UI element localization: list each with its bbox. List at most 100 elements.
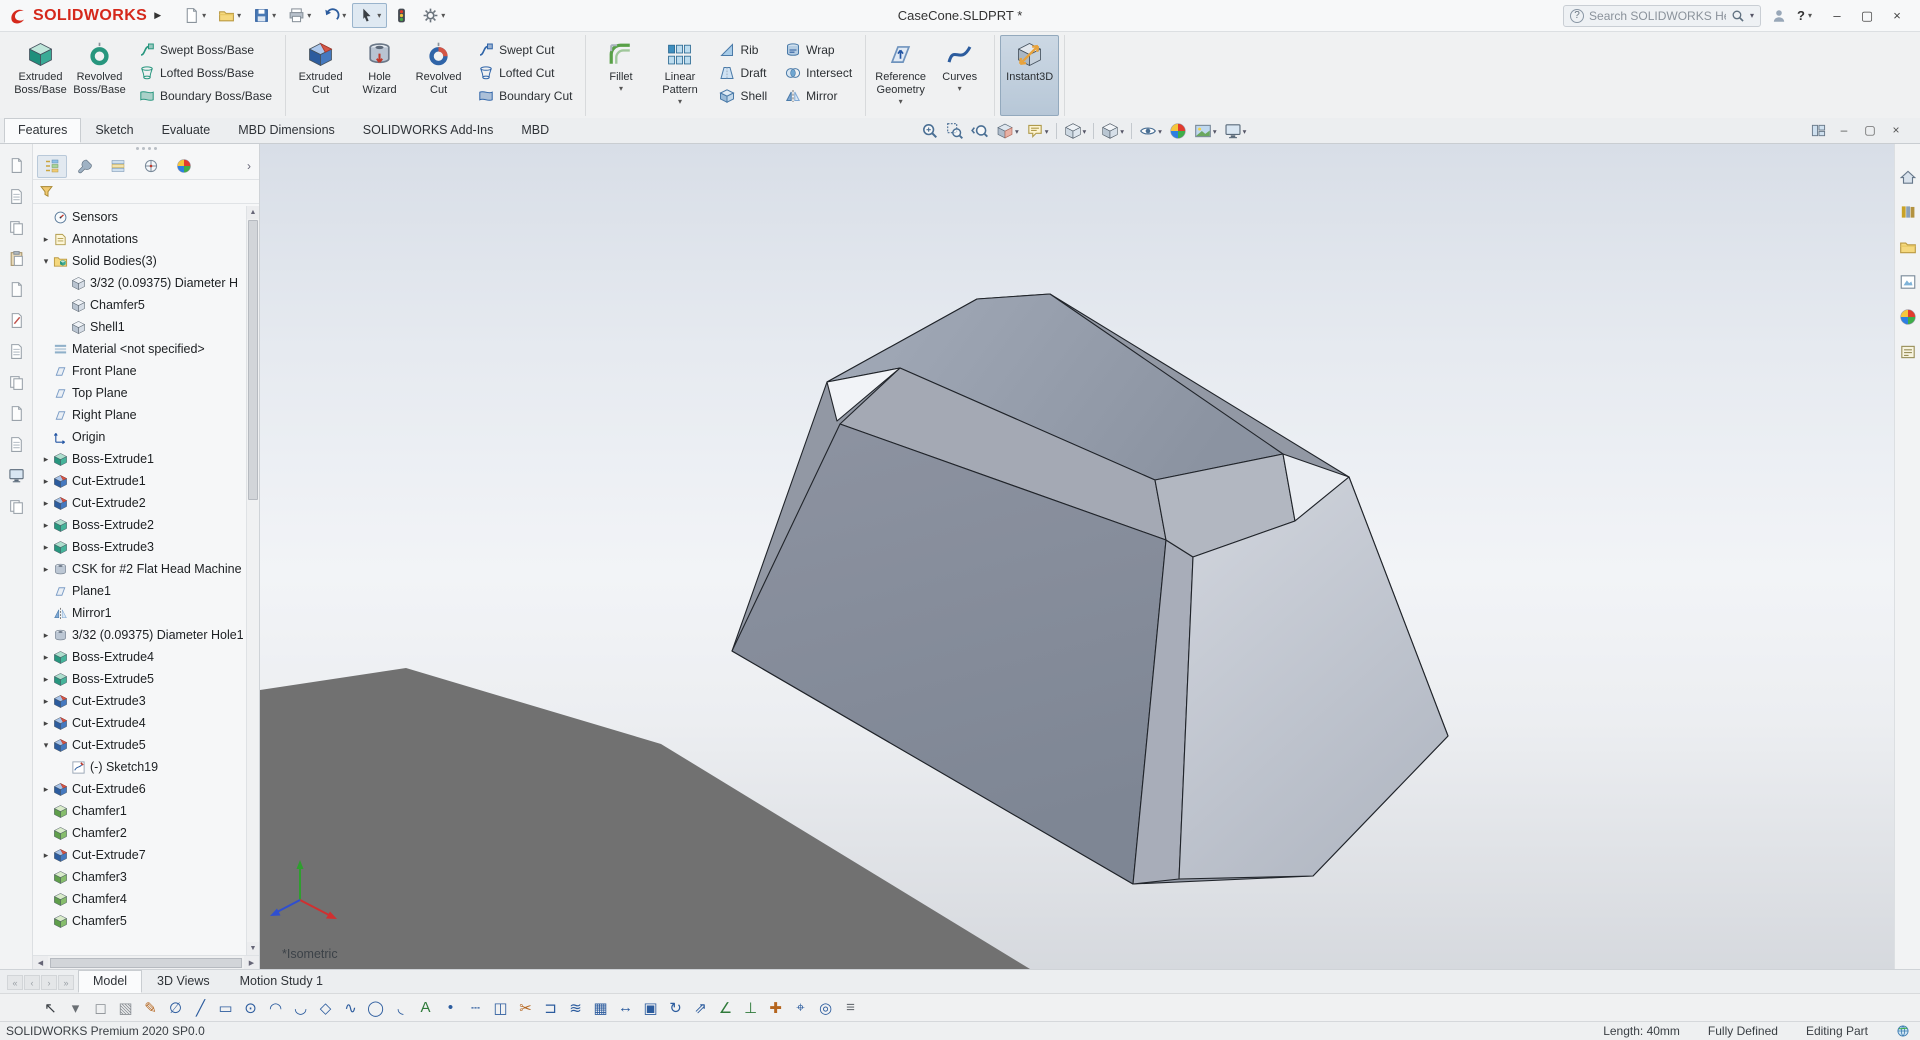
hole-wizard-button[interactable]: Hole Wizard [350, 35, 409, 116]
fillet-button[interactable]: Fillet ▾ [591, 35, 650, 116]
doc-restore-button[interactable]: ▢ [1858, 120, 1882, 140]
convert-entities-button[interactable]: ⊐ [538, 996, 563, 1020]
expand-arrow-icon[interactable]: ▸ [39, 784, 53, 795]
rapid-sketch-button[interactable]: ◎ [813, 996, 838, 1020]
expand-arrow-icon[interactable]: ▸ [39, 652, 53, 663]
tree-item-boss-extrude4[interactable]: ▸ Boss-Extrude4 [33, 646, 259, 668]
ellipse-button[interactable]: ◯ [363, 996, 388, 1020]
dropdown-arrow-icon[interactable]: ▾ [1213, 127, 1217, 136]
left-tool-8-button[interactable] [5, 371, 27, 393]
left-tool-10-button[interactable] [5, 433, 27, 455]
tree-item-plane1[interactable]: Plane1 [33, 580, 259, 602]
dropdown-arrow-icon[interactable]: ▾ [307, 11, 311, 20]
dropdown-arrow-icon[interactable]: ▾ [619, 84, 623, 93]
rotate-entities-button[interactable]: ↻ [663, 996, 688, 1020]
left-tool-9-button[interactable] [5, 402, 27, 424]
rectangle-button[interactable]: ▭ [213, 996, 238, 1020]
expand-arrow-icon[interactable]: ▸ [39, 850, 53, 861]
box-select-button[interactable]: ▧ [113, 996, 138, 1020]
file-explorer-button[interactable] [1897, 236, 1919, 258]
part-model[interactable] [731, 293, 1449, 885]
expand-arrow-icon[interactable]: ▸ [39, 498, 53, 509]
left-tool-7-button[interactable] [5, 340, 27, 362]
new-button[interactable]: ▾ [177, 3, 212, 28]
instant3d-button[interactable]: Instant3D [1000, 35, 1060, 116]
tab-nav-2[interactable]: ‹ [24, 975, 40, 990]
help-search[interactable]: ? ▾ [1563, 4, 1762, 27]
open-button[interactable]: ▾ [212, 3, 247, 28]
tree-item-sensors[interactable]: Sensors [33, 206, 259, 228]
custom-properties-button[interactable] [1897, 341, 1919, 363]
expand-arrow-icon[interactable]: ▸ [39, 630, 53, 641]
tab-features[interactable]: Features [4, 118, 82, 143]
tree-item-boss-extrude2[interactable]: ▸ Boss-Extrude2 [33, 514, 259, 536]
left-tool-3-button[interactable] [5, 216, 27, 238]
previous-view-button[interactable] [968, 120, 992, 142]
dropdown-arrow-icon[interactable]: ▾ [202, 11, 206, 20]
tree-item-3-32-0-09375-diameter-h[interactable]: 3/32 (0.09375) Diameter H [33, 272, 259, 294]
expand-arrow-icon[interactable]: ▸ [39, 564, 53, 575]
expand-arrow-icon[interactable]: ▸ [39, 542, 53, 553]
graphics-area[interactable]: *Isometric [260, 144, 1894, 969]
solidworks-resources-button[interactable] [1897, 166, 1919, 188]
tab-mbd[interactable]: MBD [507, 118, 563, 143]
curves-button[interactable]: Curves ▾ [930, 35, 989, 116]
rib-button[interactable]: Rib [713, 39, 773, 61]
left-tool-12-button[interactable] [5, 495, 27, 517]
tree-item-chamfer5[interactable]: Chamfer5 [33, 910, 259, 932]
expand-arrow-icon[interactable]: ▸ [39, 476, 53, 487]
offset-entities-button[interactable]: ≋ [563, 996, 588, 1020]
intersect-button[interactable]: Intersect [779, 62, 858, 84]
expand-arrow-icon[interactable]: ▾ [39, 256, 53, 267]
appearances-scenes-button[interactable] [1897, 306, 1919, 328]
lofted-boss-base-button[interactable]: Lofted Boss/Base [133, 62, 278, 84]
tree-item-right-plane[interactable]: Right Plane [33, 404, 259, 426]
tree-item-cut-extrude1[interactable]: ▸ Cut-Extrude1 [33, 470, 259, 492]
filter-funnel-icon[interactable] [39, 184, 54, 199]
boundary-boss-base-button[interactable]: Boundary Boss/Base [133, 85, 278, 107]
tree-item-cut-extrude5[interactable]: ▾ Cut-Extrude5 [33, 734, 259, 756]
linear-sketch-pattern-button[interactable]: ▦ [588, 996, 613, 1020]
display-relations-button[interactable]: ∠ [713, 996, 738, 1020]
select-dropdown-button[interactable]: ▾ [63, 996, 88, 1020]
expand-arrow-icon[interactable]: ▸ [39, 234, 53, 245]
viewport-layout-button[interactable] [1806, 120, 1830, 140]
dropdown-arrow-icon[interactable]: ▾ [899, 97, 903, 106]
tree-horizontal-scrollbar[interactable]: ◀ ▶ [33, 955, 259, 969]
dropdown-arrow-icon[interactable]: ▾ [377, 11, 381, 20]
globe-icon[interactable] [1896, 1024, 1910, 1038]
dropdown-arrow-icon[interactable]: ▾ [958, 84, 962, 93]
lasso-select-button[interactable]: ◻ [88, 996, 113, 1020]
tree-item-cut-extrude7[interactable]: ▸ Cut-Extrude7 [33, 844, 259, 866]
scroll-right-arrow[interactable]: ▶ [244, 956, 259, 969]
tab-nav-3[interactable]: › [41, 975, 57, 990]
undo-button[interactable]: ▾ [317, 3, 352, 28]
tree-item-sketch19[interactable]: (-) Sketch19 [33, 756, 259, 778]
repair-sketch-button[interactable]: ✚ [763, 996, 788, 1020]
tree-item-csk-for-2-flat-head-machine[interactable]: ▸ CSK for #2 Flat Head Machine [33, 558, 259, 580]
doc-tab-motion-study-1[interactable]: Motion Study 1 [225, 970, 338, 993]
tree-item-boss-extrude5[interactable]: ▸ Boss-Extrude5 [33, 668, 259, 690]
view-settings-button[interactable]: ▾ [1221, 120, 1250, 142]
doc-tab-3d-views[interactable]: 3D Views [142, 970, 225, 993]
zoom-fit-button[interactable] [918, 120, 942, 142]
view-palette-button[interactable] [1897, 271, 1919, 293]
move-entities-button[interactable]: ↔ [613, 996, 638, 1020]
tree-item-cut-extrude4[interactable]: ▸ Cut-Extrude4 [33, 712, 259, 734]
tab-evaluate[interactable]: Evaluate [148, 118, 225, 143]
dropdown-arrow-icon[interactable]: ▾ [1120, 127, 1124, 136]
dropdown-arrow-icon[interactable]: ▾ [1243, 127, 1247, 136]
expand-arrow-icon[interactable]: ▸ [39, 718, 53, 729]
design-library-button[interactable] [1897, 201, 1919, 223]
mirror-entities-button[interactable]: ◫ [488, 996, 513, 1020]
search-magnifier-icon[interactable] [1731, 9, 1745, 23]
left-tool-6-button[interactable] [5, 309, 27, 331]
user-icon[interactable] [1771, 8, 1787, 24]
expand-arrow-icon[interactable]: ▸ [39, 454, 53, 465]
tree-item-cut-extrude6[interactable]: ▸ Cut-Extrude6 [33, 778, 259, 800]
tree-item-shell1[interactable]: Shell1 [33, 316, 259, 338]
save-button[interactable]: ▾ [247, 3, 282, 28]
scale-entities-button[interactable]: ⇗ [688, 996, 713, 1020]
scroll-thumb[interactable] [248, 220, 258, 500]
tree-item-origin[interactable]: Origin [33, 426, 259, 448]
